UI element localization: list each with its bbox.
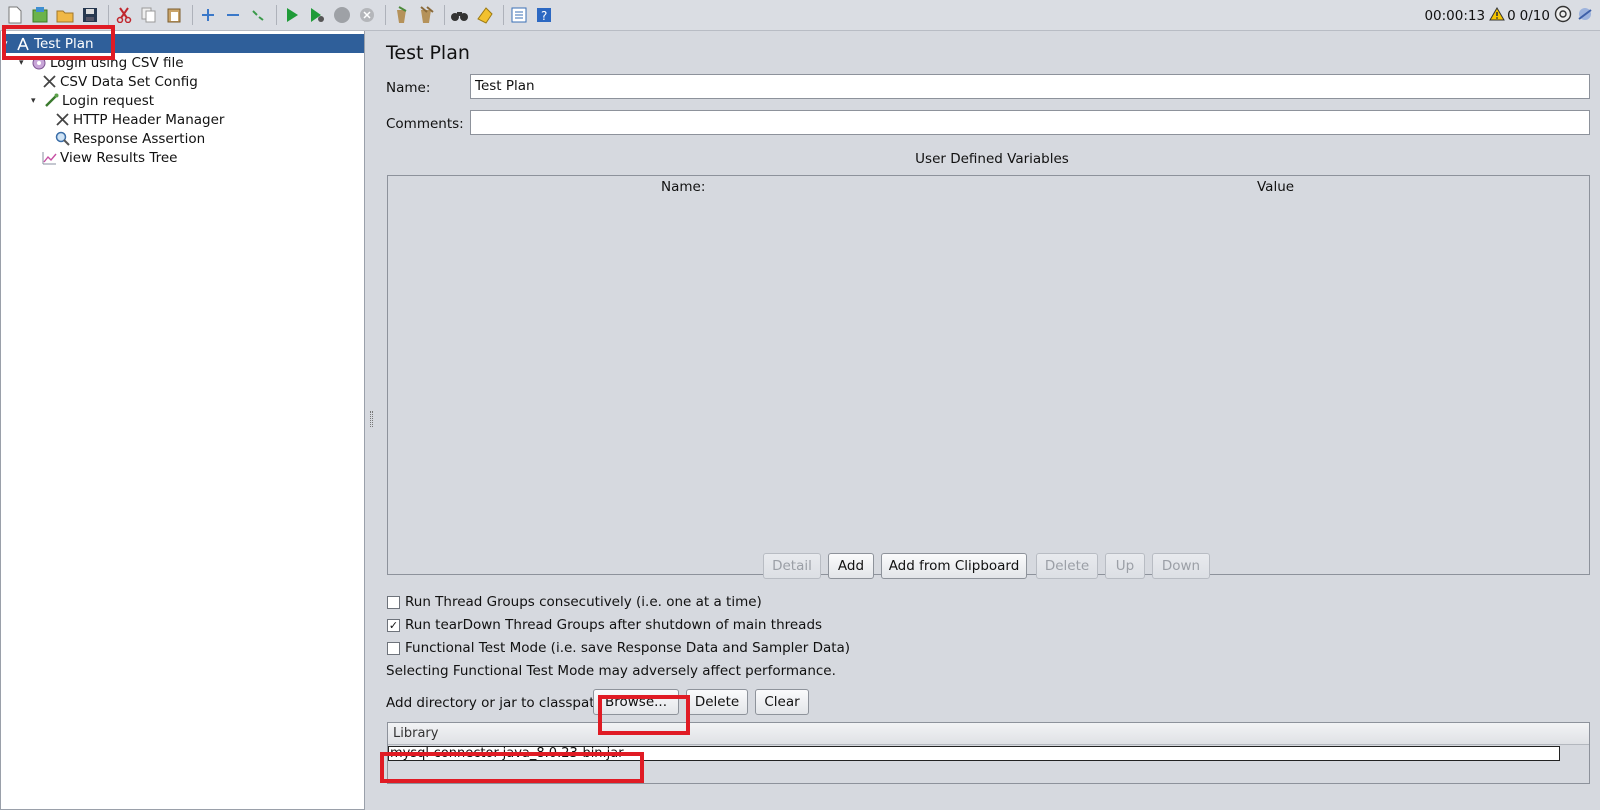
tree-item-label: Response Assertion bbox=[73, 130, 206, 147]
warning-indicator[interactable]: 0 bbox=[1489, 6, 1516, 25]
functional-test-mode-option[interactable]: Functional Test Mode (i.e. save Response… bbox=[387, 640, 850, 656]
toolbar-separator bbox=[276, 5, 277, 25]
tree-item-response-assertion[interactable]: Response Assertion bbox=[54, 129, 205, 148]
threads-status-icon bbox=[1554, 5, 1572, 27]
run-status: 00:00:13 0 0/10 bbox=[1424, 0, 1600, 31]
comments-label: Comments: bbox=[386, 116, 464, 132]
warning-icon bbox=[1489, 6, 1505, 25]
test-plan-editor: Test Plan Name: Test Plan Comments: User… bbox=[378, 31, 1600, 810]
comments-field[interactable] bbox=[470, 110, 1590, 135]
delete-classpath-button[interactable]: Delete bbox=[686, 689, 748, 715]
run-teardown-option[interactable]: ✓ Run tearDown Thread Groups after shutd… bbox=[387, 617, 822, 633]
library-column-header: Library bbox=[388, 723, 1589, 745]
config-element-icon bbox=[41, 74, 57, 90]
listener-icon bbox=[41, 150, 57, 166]
test-plan-tree: ▾ Test Plan ▾ Login using CSV file CSV D… bbox=[0, 31, 365, 810]
start-no-pause-icon[interactable] bbox=[306, 4, 328, 26]
checkbox-label: Functional Test Mode (i.e. save Response… bbox=[405, 640, 851, 656]
svg-text:?: ? bbox=[541, 9, 547, 23]
start-icon[interactable] bbox=[281, 4, 303, 26]
clear-all-icon[interactable] bbox=[415, 4, 437, 26]
collapse-arrow-icon[interactable]: ▾ bbox=[31, 96, 41, 106]
templates-icon[interactable] bbox=[29, 4, 51, 26]
collapse-arrow-icon[interactable]: ▾ bbox=[19, 58, 29, 68]
panel-splitter[interactable] bbox=[366, 31, 378, 810]
page-title: Test Plan bbox=[386, 42, 470, 64]
run-consecutively-checkbox[interactable] bbox=[387, 595, 400, 609]
library-table[interactable]: Library mysql-connector-java_8.0.23-bin.… bbox=[387, 722, 1590, 784]
new-icon[interactable] bbox=[4, 4, 26, 26]
toggle-icon[interactable] bbox=[247, 4, 269, 26]
shutdown-icon[interactable] bbox=[356, 4, 378, 26]
checkbox-label: Run Thread Groups consecutively (i.e. on… bbox=[405, 594, 762, 610]
tree-item-label: Login using CSV file bbox=[50, 54, 184, 71]
splitter-grip[interactable] bbox=[370, 411, 373, 427]
up-button[interactable]: Up bbox=[1105, 553, 1145, 579]
open-icon[interactable] bbox=[54, 4, 76, 26]
user-defined-variables-title: User Defined Variables bbox=[915, 151, 1069, 167]
add-button[interactable]: Add bbox=[828, 553, 874, 579]
delete-variable-button[interactable]: Delete bbox=[1036, 553, 1098, 579]
tree-item-label: Login request bbox=[62, 92, 155, 109]
checkbox-label: Run tearDown Thread Groups after shutdow… bbox=[405, 617, 823, 633]
toolbar-separator bbox=[108, 5, 109, 25]
library-row[interactable]: mysql-connector-java_8.0.23-bin.jar bbox=[388, 746, 1560, 761]
reset-search-icon[interactable] bbox=[474, 4, 496, 26]
run-teardown-checkbox[interactable]: ✓ bbox=[387, 618, 400, 632]
toolbar-separator bbox=[385, 5, 386, 25]
toolbar: ? 00:00:13 0 0/10 bbox=[0, 0, 1600, 31]
collapse-icon[interactable] bbox=[222, 4, 244, 26]
function-helper-icon[interactable] bbox=[508, 4, 530, 26]
thread-group-icon bbox=[31, 55, 47, 71]
toolbar-separator bbox=[444, 5, 445, 25]
config-element-icon bbox=[54, 112, 70, 128]
warning-count: 0 bbox=[1507, 7, 1516, 24]
stop-icon[interactable] bbox=[331, 4, 353, 26]
cut-icon[interactable] bbox=[113, 4, 135, 26]
http-sampler-icon bbox=[43, 93, 59, 109]
name-label: Name: bbox=[386, 80, 431, 96]
test-plan-icon bbox=[15, 36, 31, 52]
help-icon[interactable]: ? bbox=[533, 4, 555, 26]
tree-item-view-results-tree[interactable]: View Results Tree bbox=[41, 148, 178, 167]
search-icon[interactable] bbox=[449, 4, 471, 26]
tree-item-http-header-manager[interactable]: HTTP Header Manager bbox=[54, 110, 224, 129]
expand-icon[interactable] bbox=[197, 4, 219, 26]
detail-button[interactable]: Detail bbox=[763, 553, 821, 579]
column-header-name: Name: bbox=[661, 179, 706, 195]
functional-test-mode-checkbox[interactable] bbox=[387, 641, 400, 655]
save-icon[interactable] bbox=[79, 4, 101, 26]
tree-item-label: CSV Data Set Config bbox=[60, 73, 198, 90]
tree-item-csv-data-set-config[interactable]: CSV Data Set Config bbox=[41, 72, 198, 91]
tree-item-label: View Results Tree bbox=[60, 149, 178, 166]
tree-item-login-request[interactable]: ▾ Login request bbox=[31, 91, 154, 110]
browse-button[interactable]: Browse... bbox=[593, 689, 679, 715]
copy-icon[interactable] bbox=[138, 4, 160, 26]
user-defined-variables-table[interactable]: Name: Value bbox=[387, 175, 1590, 575]
clear-icon[interactable] bbox=[390, 4, 412, 26]
add-from-clipboard-button[interactable]: Add from Clipboard bbox=[881, 553, 1027, 579]
collapse-arrow-icon[interactable]: ▾ bbox=[3, 39, 13, 49]
name-field[interactable]: Test Plan bbox=[470, 74, 1590, 99]
assertion-icon bbox=[54, 131, 70, 147]
toolbar-separator bbox=[503, 5, 504, 25]
log-viewer-icon[interactable] bbox=[1576, 5, 1594, 27]
down-button[interactable]: Down bbox=[1152, 553, 1210, 579]
tree-item-label: HTTP Header Manager bbox=[73, 111, 225, 128]
tree-item-login-using-csv[interactable]: ▾ Login using CSV file bbox=[19, 53, 184, 72]
tree-item-label: Test Plan bbox=[34, 35, 94, 52]
run-consecutively-option[interactable]: Run Thread Groups consecutively (i.e. on… bbox=[387, 594, 762, 610]
active-threads: 0/10 bbox=[1519, 7, 1550, 24]
elapsed-timer: 00:00:13 bbox=[1424, 7, 1486, 24]
classpath-label: Add directory or jar to classpath bbox=[386, 695, 604, 711]
functional-mode-note: Selecting Functional Test Mode may adver… bbox=[386, 663, 836, 679]
column-header-value: Value bbox=[1257, 179, 1295, 195]
clear-classpath-button[interactable]: Clear bbox=[755, 689, 809, 715]
toolbar-separator bbox=[192, 5, 193, 25]
tree-item-test-plan[interactable]: ▾ Test Plan bbox=[3, 34, 364, 53]
paste-icon[interactable] bbox=[163, 4, 185, 26]
